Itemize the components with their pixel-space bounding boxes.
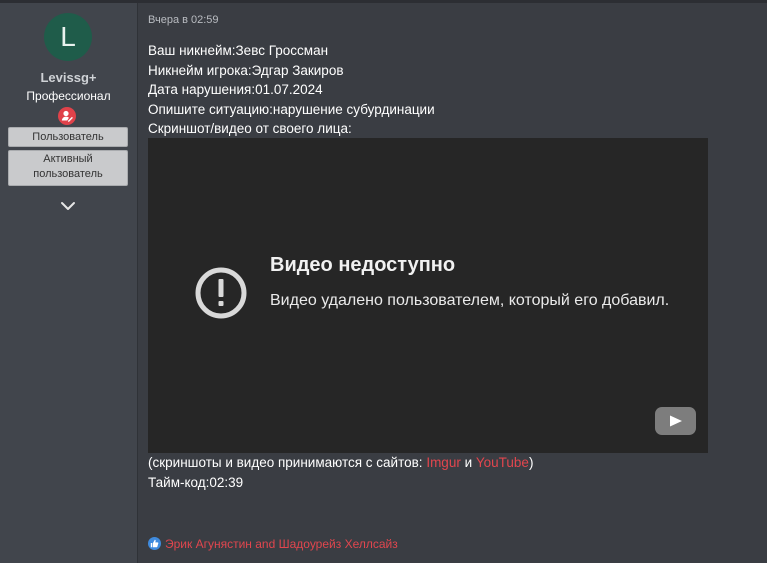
author-sidebar: L Levissg+ Профессионал Пользователь Акт… <box>0 3 138 563</box>
badge-active-user: Активный пользователь <box>8 150 128 186</box>
field-situation: Опишите ситуацию:нарушение субурдинации <box>148 101 435 117</box>
chevron-down-icon[interactable] <box>60 198 76 216</box>
field-violation-date: Дата нарушения:01.07.2024 <box>148 82 323 97</box>
field-player-nickname: Никнейм игрока:Эдгар Закиров <box>148 62 344 78</box>
author-username[interactable]: Levissg+ <box>0 70 137 85</box>
reactions-users[interactable]: Эрик Агунястин and Шадоурейз Хеллсайз <box>165 537 398 551</box>
sources-and: и <box>460 455 476 470</box>
sources-prefix: (скриншоты и видео принимаются с сайтов: <box>148 455 427 470</box>
post-date[interactable]: Вчера в 02:59 <box>148 14 219 26</box>
thumbs-up-icon <box>148 537 161 550</box>
timecode: Тайм-код:02:39 <box>148 475 244 490</box>
alert-circle-icon <box>194 266 248 325</box>
post-body: Ваш никнейм:Зевс Гроссман Никнейм игрока… <box>148 41 435 139</box>
field-evidence: Скриншот/видео от своего лица: <box>148 121 352 136</box>
youtube-logo-icon[interactable] <box>655 407 696 435</box>
sources-suffix: ) <box>528 455 534 470</box>
video-error-message: Видео удалено пользователем, который его… <box>270 292 670 309</box>
video-error-title: Видео недоступно <box>270 254 456 276</box>
author-title: Профессионал <box>26 89 111 103</box>
sources-note: (скриншоты и видео принимаются с сайтов:… <box>148 455 533 470</box>
reactions-bar[interactable]: Эрик Агунястин and Шадоурейз Хеллсайз <box>148 537 398 551</box>
youtube-link[interactable]: YouTube <box>476 455 529 470</box>
badge-user: Пользователь <box>8 127 128 147</box>
field-nickname: Ваш никнейм:Зевс Гроссман <box>148 43 329 58</box>
embedded-video[interactable]: Видео недоступно Видео удалено пользоват… <box>148 138 708 453</box>
imgur-link[interactable]: Imgur <box>426 455 461 470</box>
avatar[interactable]: L <box>44 13 92 61</box>
user-role-icon <box>58 107 76 125</box>
